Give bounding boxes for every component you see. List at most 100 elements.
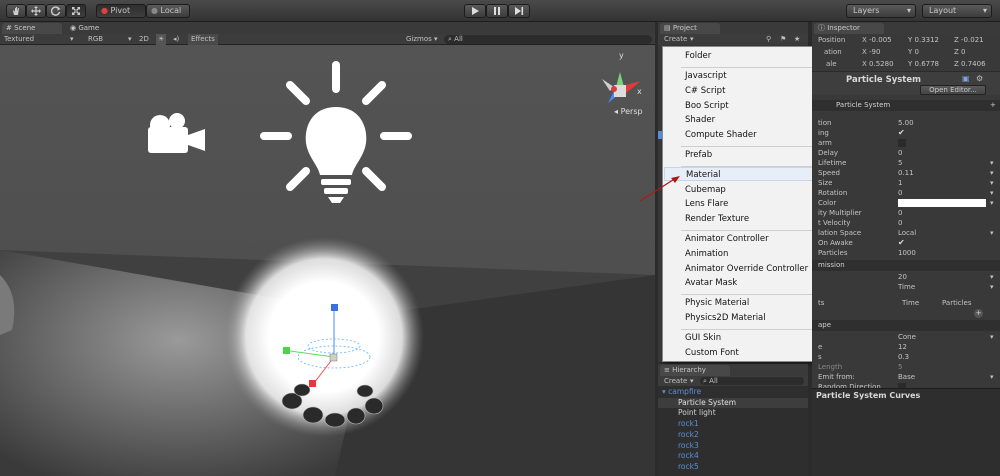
lighting-toggle-icon[interactable]: ☀ <box>156 34 167 45</box>
chevron-down-icon[interactable]: ▾ <box>990 178 994 188</box>
2d-toggle[interactable]: 2D <box>139 34 149 45</box>
start-color-swatch[interactable] <box>898 199 986 207</box>
prewarm-checkbox[interactable] <box>898 139 906 147</box>
pos-z-field[interactable]: Z -0.021 <box>954 35 984 45</box>
menu-item-folder[interactable]: Folder <box>664 49 834 63</box>
pos-x-field[interactable]: X -0.005 <box>862 35 892 45</box>
tab-scene[interactable]: # Scene <box>2 23 62 34</box>
hierarchy-item-rock4[interactable]: rock4 <box>658 451 808 461</box>
gizmo-center-handle[interactable] <box>329 353 338 362</box>
menu-item-lens-flare[interactable]: Lens Flare <box>664 197 834 211</box>
prop-value[interactable]: 0 <box>898 148 902 158</box>
shape-module-header[interactable]: ape <box>812 320 1000 331</box>
play-button[interactable] <box>464 4 486 18</box>
hierarchy-item-campfire[interactable]: ▾ campfire <box>658 387 808 397</box>
menu-item-cubemap[interactable]: Cubemap <box>664 183 834 197</box>
chevron-down-icon[interactable]: ▾ <box>990 228 994 238</box>
menu-item-animator-override-controller[interactable]: Animator Override Controller <box>664 262 834 276</box>
prop-value[interactable]: 5.00 <box>898 118 914 128</box>
local-toggle[interactable]: ● Local <box>146 4 190 18</box>
scale-x-field[interactable]: X 0.5280 <box>862 59 894 69</box>
gizmo-y-handle[interactable] <box>331 304 338 311</box>
emit-from-dropdown[interactable]: Base <box>898 372 915 382</box>
menu-item-boo-script[interactable]: Boo Script <box>664 99 834 113</box>
chevron-down-icon[interactable]: ▾ <box>990 198 994 208</box>
effects-dropdown[interactable]: Effects <box>188 34 218 45</box>
menu-item-gui-skin[interactable]: GUI Skin <box>664 331 834 345</box>
hierarchy-item-particle-system[interactable]: Particle System <box>658 398 808 408</box>
open-editor-button[interactable]: Open Editor... <box>920 85 986 95</box>
prop-value[interactable]: 0 <box>898 208 902 218</box>
menu-item-physics2d-material[interactable]: Physics2D Material <box>664 311 834 325</box>
gizmo-z-handle[interactable] <box>309 380 316 387</box>
prop-value[interactable]: Local <box>898 228 916 238</box>
chevron-down-icon[interactable]: ▾ <box>990 282 994 292</box>
scale-z-field[interactable]: Z 0.7406 <box>954 59 986 69</box>
add-burst-icon[interactable]: + <box>974 309 983 318</box>
add-icon[interactable]: + <box>990 100 996 110</box>
menu-item-material[interactable]: Material <box>664 167 834 181</box>
menu-item-physic-material[interactable]: Physic Material <box>664 296 834 310</box>
step-button[interactable] <box>508 4 530 18</box>
menu-item-render-texture[interactable]: Render Texture <box>664 212 834 226</box>
gizmo-x-handle[interactable] <box>283 347 290 354</box>
chevron-down-icon[interactable]: ▾ <box>990 188 994 198</box>
emission-rate-value[interactable]: 20 <box>898 272 907 282</box>
hierarchy-item-point-light[interactable]: Point light <box>658 408 808 418</box>
prop-value[interactable]: 5 <box>898 362 902 372</box>
tab-inspector[interactable]: ⓘ Inspector <box>814 23 884 34</box>
scale-tool-button[interactable] <box>66 4 86 18</box>
shading-mode-dropdown[interactable]: Textured <box>4 34 34 45</box>
scene-search-input[interactable]: ⌕ All <box>444 35 652 44</box>
rot-z-field[interactable]: Z 0 <box>954 47 966 57</box>
hierarchy-item-rock2[interactable]: rock2 <box>658 430 808 440</box>
looping-checkbox[interactable]: ✔ <box>898 129 906 137</box>
rotate-tool-button[interactable] <box>46 4 66 18</box>
help-icon[interactable]: ▣ <box>962 74 970 83</box>
emission-unit-dropdown[interactable]: Time <box>898 282 915 292</box>
prop-value[interactable]: 0.11 <box>898 168 914 178</box>
chevron-down-icon[interactable]: ▾ <box>990 168 994 178</box>
shape-type-dropdown[interactable]: Cone <box>898 332 916 342</box>
chevron-down-icon[interactable]: ▾ <box>990 272 994 282</box>
play-on-awake-checkbox[interactable]: ✔ <box>898 239 906 247</box>
gear-icon[interactable]: ⚙ <box>976 74 983 83</box>
tab-hierarchy[interactable]: ≡ Hierarchy <box>660 365 730 376</box>
rot-x-field[interactable]: X -90 <box>862 47 880 57</box>
menu-item-prefab[interactable]: Prefab <box>664 148 834 162</box>
menu-item-javascript[interactable]: Javascript <box>664 69 834 83</box>
chevron-down-icon[interactable]: ▾ <box>990 372 994 382</box>
pos-y-field[interactable]: Y 0.3312 <box>908 35 939 45</box>
scene-viewport[interactable]: y x ◂ Persp <box>0 45 655 476</box>
layout-dropdown[interactable]: Layout ▾ <box>922 4 992 18</box>
menu-item-shader[interactable]: Shader <box>664 113 834 127</box>
favorite-icon[interactable]: ★ <box>794 34 800 45</box>
menu-item-animation[interactable]: Animation <box>664 247 834 261</box>
hierarchy-item-rock1[interactable]: rock1 <box>658 419 808 429</box>
pause-button[interactable] <box>486 4 508 18</box>
tab-project[interactable]: ▤ Project <box>660 23 720 34</box>
render-mode-dropdown[interactable]: RGB <box>88 34 103 45</box>
menu-item-csharp-script[interactable]: C# Script <box>664 84 834 98</box>
project-create-dropdown[interactable]: Create <box>664 34 687 45</box>
layers-dropdown[interactable]: Layers ▾ <box>846 4 916 18</box>
filter-by-label-icon[interactable]: ⚑ <box>780 34 786 45</box>
hierarchy-search-input[interactable]: ⌕ All <box>700 377 804 385</box>
menu-item-custom-font[interactable]: Custom Font <box>664 346 834 360</box>
persp-label[interactable]: ◂ Persp <box>614 107 643 116</box>
hand-tool-button[interactable] <box>6 4 26 18</box>
particle-system-curves-panel[interactable]: Particle System Curves <box>812 388 1000 476</box>
chevron-down-icon[interactable]: ▾ <box>990 332 994 342</box>
expand-triangle-icon[interactable]: ▾ <box>662 387 666 396</box>
audio-toggle-icon[interactable]: ◂) <box>173 34 179 45</box>
tab-game[interactable]: ◉ Game <box>66 23 126 34</box>
hierarchy-item-rock3[interactable]: rock3 <box>658 441 808 451</box>
pivot-toggle[interactable]: ● Pivot <box>96 4 146 18</box>
prop-value[interactable]: 1 <box>898 178 902 188</box>
menu-item-animator-controller[interactable]: Animator Controller <box>664 232 834 246</box>
filter-by-type-icon[interactable]: ⚲ <box>766 34 771 45</box>
prop-value[interactable]: 0 <box>898 188 902 198</box>
move-tool-button[interactable] <box>26 4 46 18</box>
menu-item-avatar-mask[interactable]: Avatar Mask <box>664 276 834 290</box>
prop-value[interactable]: 12 <box>898 342 907 352</box>
